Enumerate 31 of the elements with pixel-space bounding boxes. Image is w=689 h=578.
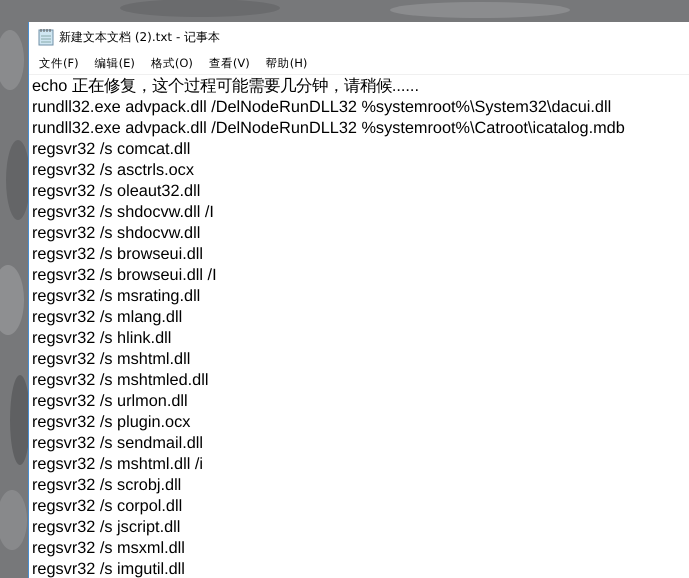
text-line: regsvr32 /s imgutil.dll	[32, 559, 185, 578]
notepad-icon	[38, 28, 54, 46]
text-line: rundll32.exe advpack.dll /DelNodeRunDLL32 %systemroot%\System32\dacui.dll	[32, 97, 612, 118]
window-title: 新建文本文档 (2).txt - 记事本	[59, 28, 220, 46]
text-line: regsvr32 /s browseui.dll /I	[32, 265, 217, 286]
menu-item[interactable]: 编辑(E)	[88, 52, 143, 74]
text-line: regsvr32 /s msxml.dll	[32, 538, 185, 559]
text-line: regsvr32 /s mshtml.dll	[32, 349, 190, 370]
text-line: regsvr32 /s browseui.dll	[32, 244, 204, 265]
text-line: regsvr32 /s asctrls.ocx	[32, 160, 194, 181]
menu-item[interactable]: 格式(O)	[144, 52, 201, 74]
text-line: regsvr32 /s plugin.ocx	[32, 412, 190, 433]
menu-item[interactable]: 文件(F)	[33, 52, 87, 74]
text-line: regsvr32 /s oleaut32.dll	[32, 181, 200, 202]
text-line: rundll32.exe advpack.dll /DelNodeRunDLL32 %systemroot%\Catroot\icatalog.mdb	[32, 118, 625, 139]
text-line: echo 正在修复，这个过程可能需要几分钟，请稍候......	[32, 76, 419, 97]
text-line: regsvr32 /s msrating.dll	[32, 286, 200, 307]
text-line: regsvr32 /s scrobj.dll	[32, 475, 182, 496]
text-line: regsvr32 /s hlink.dll	[32, 328, 172, 349]
text-line: regsvr32 /s urlmon.dll	[32, 391, 188, 412]
text-line: regsvr32 /s jscript.dll	[32, 517, 180, 538]
text-line: regsvr32 /s mshtml.dll /i	[32, 454, 203, 475]
text-line: regsvr32 /s shdocvw.dll /I	[32, 202, 214, 223]
menu-item[interactable]: 查看(V)	[202, 52, 258, 74]
text-line: regsvr32 /s mlang.dll	[32, 307, 182, 328]
text-line: regsvr32 /s mshtmled.dll	[32, 370, 208, 391]
text-line: regsvr32 /s sendmail.dll	[32, 433, 204, 454]
menu-item[interactable]: 帮助(H)	[260, 52, 316, 74]
text-line: regsvr32 /s shdocvw.dll	[32, 223, 200, 244]
text-line: regsvr32 /s comcat.dll	[32, 139, 190, 160]
text-line: regsvr32 /s corpol.dll	[32, 496, 182, 517]
